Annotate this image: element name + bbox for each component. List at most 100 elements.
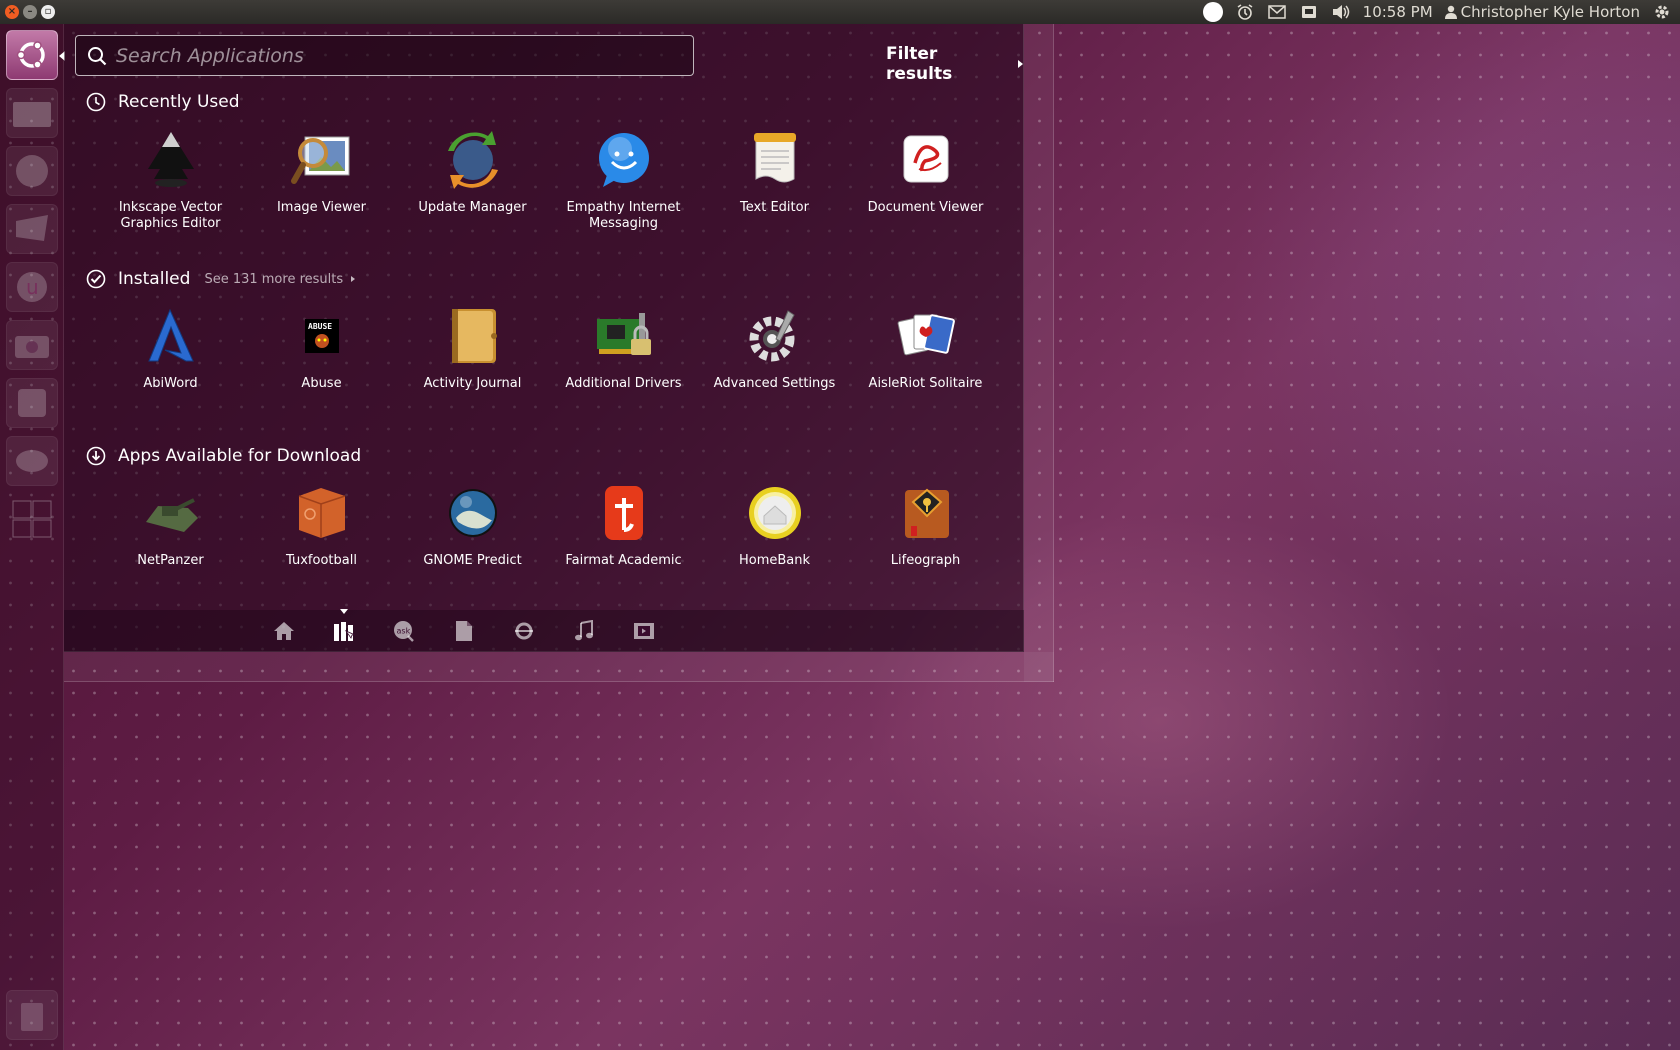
user-icon — [1444, 5, 1457, 19]
app-tile[interactable]: Lifeograph — [850, 481, 1001, 569]
svg-text:ask: ask — [397, 627, 411, 636]
app-tile[interactable]: Inkscape Vector Graphics Editor — [95, 128, 246, 232]
close-window-button[interactable]: × — [5, 5, 19, 19]
indicator-area: 10:58 PM Christopher Kyle Horton — [1202, 2, 1680, 22]
app-tile[interactable]: Fairmat Academic — [548, 481, 699, 569]
expand-arrow-icon — [1018, 60, 1023, 68]
app-tile[interactable]: Activity Journal — [397, 304, 548, 392]
update-manager-icon — [441, 128, 505, 192]
advanced-settings-icon — [743, 304, 807, 368]
app-label: Lifeograph — [890, 553, 961, 568]
applications-lens-icon[interactable] — [332, 609, 356, 643]
app-tile[interactable]: Update Manager — [397, 128, 548, 232]
volume-icon[interactable] — [1331, 2, 1351, 22]
section-title: Installed — [118, 269, 191, 289]
recent-apps-row: Inkscape Vector Graphics Editor Image Vie… — [95, 128, 1001, 232]
section-title: Apps Available for Download — [118, 446, 362, 466]
app-label: Tuxfootball — [286, 553, 357, 568]
section-download-header[interactable]: Apps Available for Download — [86, 446, 361, 466]
app-tile[interactable]: Image Viewer — [246, 128, 397, 232]
installed-apps-row: AbiWord ABUSE Abuse Activity Journal Additio… — [95, 304, 1001, 392]
app-tile[interactable]: Document Viewer — [850, 128, 1001, 232]
social-lens-icon[interactable] — [512, 619, 536, 643]
app-tile[interactable]: HomeBank — [699, 481, 850, 569]
lifeograph-icon — [894, 481, 958, 545]
expand-arrow-icon — [351, 276, 356, 282]
home-lens-icon[interactable] — [272, 619, 296, 643]
app-tile[interactable]: AisleRiot Solitaire — [850, 304, 1001, 392]
top-panel: × – ▫ 10:58 PM Christopher Kyle Horton — [0, 0, 1680, 24]
abuse-icon: ABUSE — [290, 304, 354, 368]
fairmat-icon — [592, 481, 656, 545]
inkscape-icon — [139, 128, 203, 192]
app-tile[interactable]: Text Editor — [699, 128, 850, 232]
app-label: AisleRiot Solitaire — [868, 376, 983, 391]
app-label: Update Manager — [418, 200, 527, 215]
app-tile[interactable]: GNOME Predict — [397, 481, 548, 569]
minimize-window-button[interactable]: – — [23, 5, 37, 19]
dash-home-button[interactable] — [6, 30, 58, 80]
app-tile[interactable]: Empathy Internet Messaging — [548, 128, 699, 232]
checkmark-icon — [86, 269, 106, 289]
ask-lens-icon[interactable]: ask — [392, 619, 416, 643]
homebank-icon — [743, 481, 807, 545]
music-lens-icon[interactable] — [572, 619, 596, 643]
ubuntu-logo-icon — [16, 41, 45, 69]
filter-results-button[interactable]: Filter results — [886, 44, 1023, 84]
clock[interactable]: 10:58 PM — [1363, 3, 1433, 21]
folder-icon[interactable] — [6, 88, 58, 138]
app-tile[interactable]: AbiWord — [95, 304, 246, 392]
app-label: NetPanzer — [137, 553, 204, 568]
app-tile[interactable]: Additional Drivers — [548, 304, 699, 392]
maximize-window-button[interactable]: ▫ — [41, 5, 55, 19]
mail-client-icon[interactable] — [6, 204, 58, 254]
solitaire-icon — [894, 304, 958, 368]
app-tile[interactable]: ABUSE Abuse — [246, 304, 397, 392]
netpanzer-icon — [139, 481, 203, 545]
status-circle-icon[interactable] — [1202, 2, 1223, 22]
app-label: Inkscape Vector Graphics Editor — [118, 200, 223, 231]
search-box[interactable] — [75, 35, 694, 76]
user-menu[interactable]: Christopher Kyle Horton — [1444, 3, 1640, 21]
firefox-icon[interactable] — [6, 146, 58, 196]
network-icon[interactable] — [1299, 2, 1319, 22]
files-lens-icon[interactable] — [452, 619, 476, 643]
workspaces-icon[interactable] — [6, 494, 58, 544]
image-viewer-icon — [290, 128, 354, 192]
game-icon[interactable] — [6, 436, 58, 486]
window-controls: × – ▫ — [5, 5, 55, 19]
lens-bar: ask — [64, 609, 1024, 652]
app-label: HomeBank — [738, 553, 811, 568]
alarm-clock-icon[interactable] — [1235, 2, 1255, 22]
app-label: Fairmat Academic — [565, 553, 682, 568]
launcher: u — [0, 24, 65, 1050]
download-icon — [86, 446, 106, 466]
app-label: GNOME Predict — [423, 553, 522, 568]
app-tile[interactable]: Tuxfootball — [246, 481, 397, 569]
app-tile[interactable]: Advanced Settings — [699, 304, 850, 392]
app-label: Additional Drivers — [565, 376, 682, 391]
help-icon[interactable] — [6, 378, 58, 428]
see-more-results-link[interactable]: See 131 more results — [204, 272, 356, 287]
app-label: Empathy Internet Messaging — [566, 200, 681, 231]
section-recently-used-header[interactable]: Recently Used — [86, 92, 240, 112]
app-label: Abuse — [301, 376, 342, 391]
document-viewer-icon — [894, 128, 958, 192]
app-label: Image Viewer — [276, 200, 367, 215]
app-label: Advanced Settings — [713, 376, 836, 391]
search-input[interactable] — [108, 36, 693, 75]
clock-icon — [86, 92, 106, 112]
video-lens-icon[interactable] — [632, 619, 656, 643]
mail-icon[interactable] — [1267, 2, 1287, 22]
dash: Filter results Recently Used Inkscape Ve… — [64, 24, 1024, 652]
active-lens-marker — [340, 609, 348, 614]
session-gear-icon[interactable] — [1652, 2, 1672, 22]
trash-icon[interactable] — [6, 990, 58, 1040]
section-installed-header[interactable]: Installed See 131 more results — [86, 269, 356, 289]
app-tile[interactable]: NetPanzer — [95, 481, 246, 569]
app-label: Text Editor — [740, 200, 809, 215]
camera-icon[interactable] — [6, 320, 58, 370]
ubuntu-one-icon[interactable]: u — [6, 262, 58, 312]
user-name: Christopher Kyle Horton — [1460, 3, 1640, 21]
dash-frame-edge — [1024, 24, 1054, 682]
